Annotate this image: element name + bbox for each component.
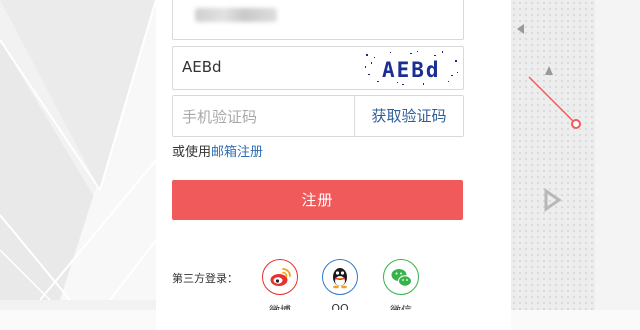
- svg-text:AEBd: AEBd: [382, 58, 441, 82]
- get-sms-code-button[interactable]: 获取验证码: [355, 96, 463, 136]
- weibo-icon: [270, 268, 291, 286]
- register-button[interactable]: 注册: [172, 180, 463, 220]
- alternative-register: 或使用邮箱注册: [172, 141, 263, 160]
- captcha-field[interactable]: AEBd AEBd: [172, 46, 464, 90]
- captcha-image[interactable]: AEBd: [362, 48, 462, 88]
- phone-field[interactable]: [172, 0, 464, 40]
- right-decoration: [511, 0, 595, 310]
- captcha-input-value[interactable]: AEBd: [182, 58, 222, 76]
- bottom-strip-panel: [156, 310, 511, 330]
- triangle-deco-icon: [517, 24, 524, 34]
- wechat-icon: [391, 269, 412, 287]
- qq-login-button[interactable]: QQ: [320, 259, 360, 315]
- sms-code-placeholder[interactable]: 手机验证码: [182, 106, 257, 127]
- qq-icon: [333, 268, 347, 289]
- sms-code-field[interactable]: 手机验证码 获取验证码: [172, 95, 464, 137]
- triangle-deco-icon: [545, 66, 553, 75]
- register-panel: AEBd AEBd 手机验证码 获取验证码 或使用邮箱注册 注册 第三方登录：: [156, 0, 511, 330]
- phone-value-blurred: [195, 8, 277, 22]
- left-decoration: [0, 0, 156, 310]
- alt-register-prefix: 或使用: [172, 145, 212, 160]
- email-register-link[interactable]: 邮箱注册: [211, 145, 263, 160]
- third-party-login-label: 第三方登录：: [172, 272, 238, 285]
